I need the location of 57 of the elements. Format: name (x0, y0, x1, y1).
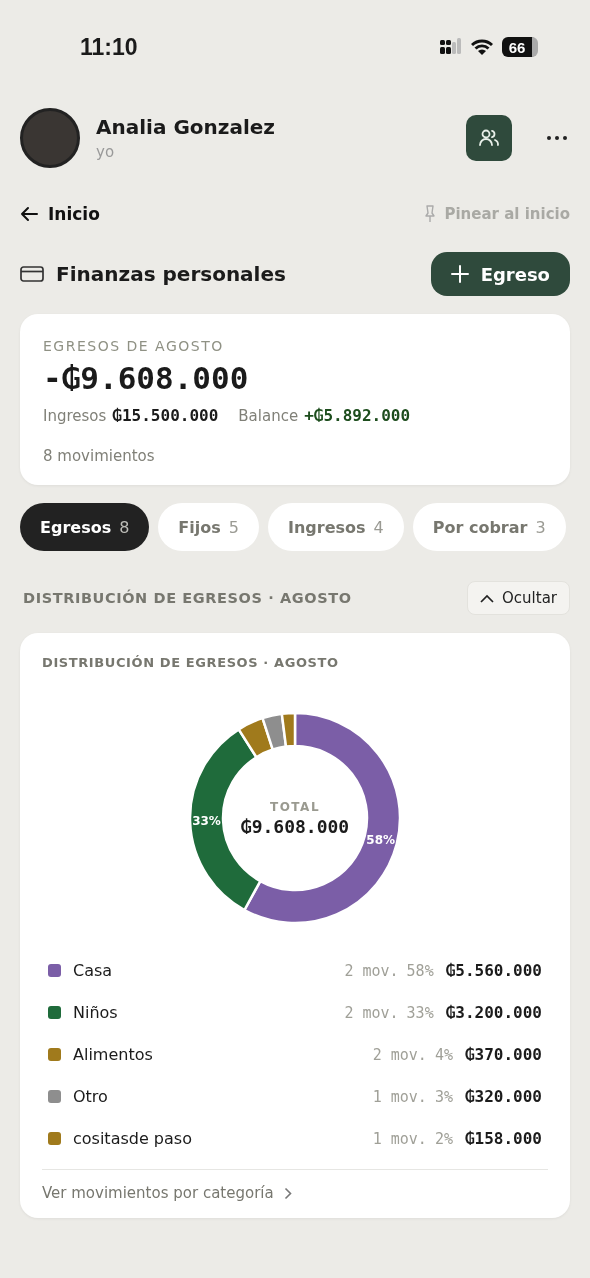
people-button[interactable] (466, 115, 512, 161)
category-percent: 58% (406, 961, 434, 980)
movement-count: 2 mov. (344, 1003, 399, 1022)
wifi-icon (470, 38, 494, 56)
balance-label: Balance (238, 407, 299, 425)
slice-label: 58% (366, 833, 396, 847)
more-icon (546, 135, 568, 141)
chevron-up-icon (480, 593, 495, 603)
filter-tab[interactable]: Fijos 5 (158, 503, 259, 551)
signal-icon (440, 38, 462, 56)
category-amount: ₲370.000 (464, 1045, 542, 1064)
category-name: Niños (73, 1003, 119, 1022)
category-percent: 2% (434, 1129, 453, 1148)
avatar (20, 108, 80, 168)
filter-tab[interactable]: Ingresos 4 (267, 503, 404, 551)
back-arrow-icon (20, 206, 38, 222)
pin-icon (424, 205, 437, 223)
categories-link[interactable]: Ver movimientos por categoría (42, 1170, 548, 1208)
filter-tab[interactable]: Por cobrar 3 (412, 503, 566, 551)
income-amount: ₲15.500.000 (112, 406, 219, 425)
category-name: Casa (73, 961, 114, 980)
balance-amount: +₲5.892.000 (304, 406, 411, 425)
category-percent: 4% (434, 1045, 453, 1064)
category-name: Alimentos (73, 1045, 154, 1064)
category-percent: 33% (406, 1003, 434, 1022)
card-title: DISTRIBUCIÓN DE EGRESOS · AGOSTO (42, 655, 340, 670)
section-heading: DISTRIBUCIÓN DE EGRESOS · AGOSTO (22, 590, 352, 606)
slice-label: 33% (192, 813, 221, 828)
category-amount: ₲5.560.000 (445, 961, 542, 980)
profile-subtitle: yo (96, 143, 116, 161)
chevron-right-icon (283, 1186, 292, 1200)
status-time: 11:10 (80, 33, 138, 61)
plus-icon (450, 265, 469, 283)
category-name: cositasde paso (73, 1129, 193, 1148)
movement-count: 2 mov. (344, 961, 399, 980)
category-percent: 3% (434, 1087, 453, 1106)
movements-count: 8 movimientos (43, 447, 156, 465)
category-amount: ₲158.000 (464, 1129, 542, 1148)
hide-button[interactable]: Ocultar (467, 581, 570, 615)
movement-count: 1 mov. (372, 1087, 427, 1106)
total-amount: ₲9.608.000 (240, 815, 350, 837)
battery-level: 66 (508, 38, 526, 56)
category-amount: ₲3.200.000 (445, 1003, 542, 1022)
section-title: Finanzas personales (56, 262, 286, 286)
add-expense-button[interactable]: Egreso (430, 252, 570, 296)
summary-label: EGRESOS DE AGOSTO (43, 338, 225, 354)
category-amount: ₲320.000 (464, 1087, 542, 1106)
total-label: TOTAL (268, 799, 322, 814)
filter-tab[interactable]: Egresos 8 (20, 503, 150, 551)
movement-count: 2 mov. (372, 1045, 427, 1064)
movement-count: 1 mov. (372, 1129, 427, 1148)
profile-name: Analia Gonzalez (96, 115, 276, 139)
back-link[interactable]: Inicio (20, 204, 100, 224)
wallet-icon (20, 265, 44, 283)
expense-total: -₲9.608.000 (43, 360, 250, 396)
income-label: Ingresos (43, 407, 107, 425)
category-name: Otro (73, 1087, 109, 1106)
